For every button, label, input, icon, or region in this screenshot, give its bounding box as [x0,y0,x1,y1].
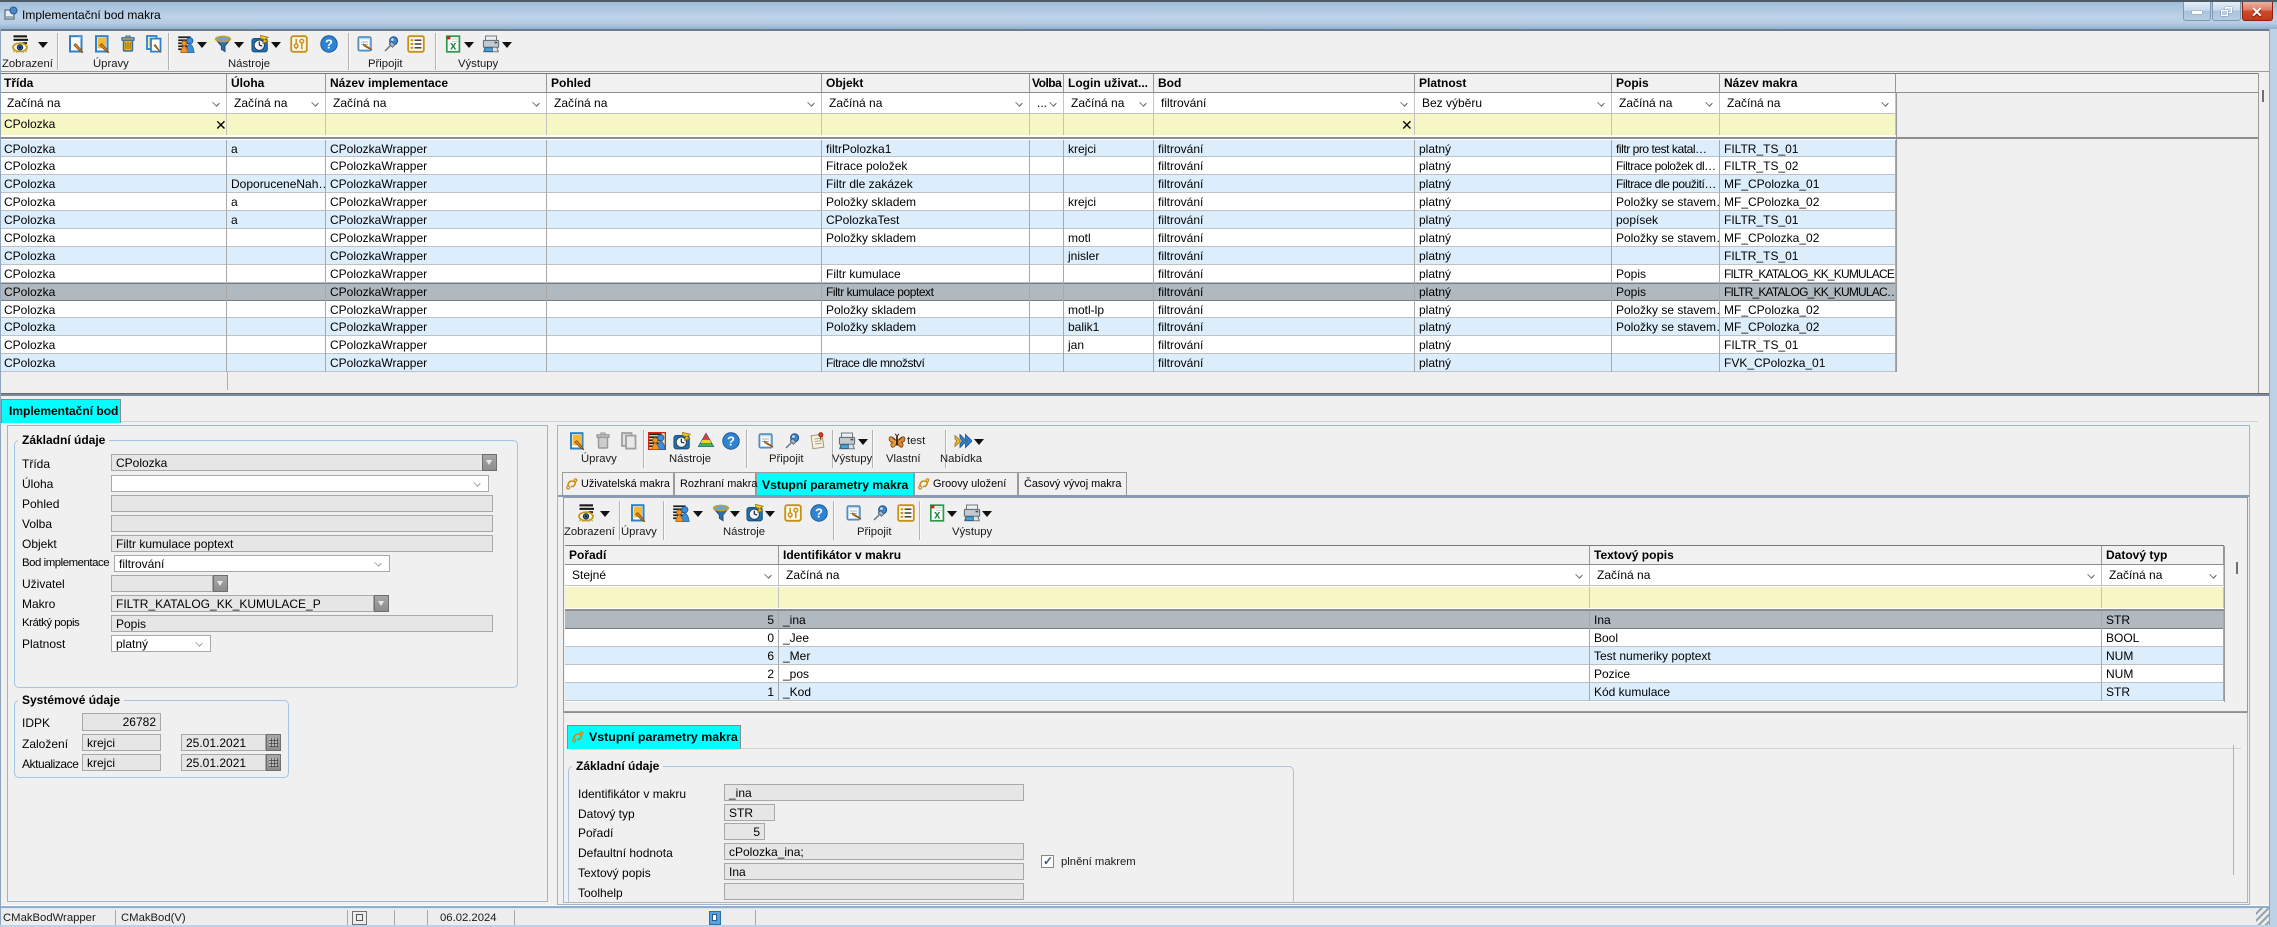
svg-text:?: ? [727,434,735,449]
svg-text:x: x [934,510,941,522]
svg-text:x: x [450,41,457,53]
svg-text:?: ? [325,37,333,52]
svg-text:?: ? [815,506,823,521]
